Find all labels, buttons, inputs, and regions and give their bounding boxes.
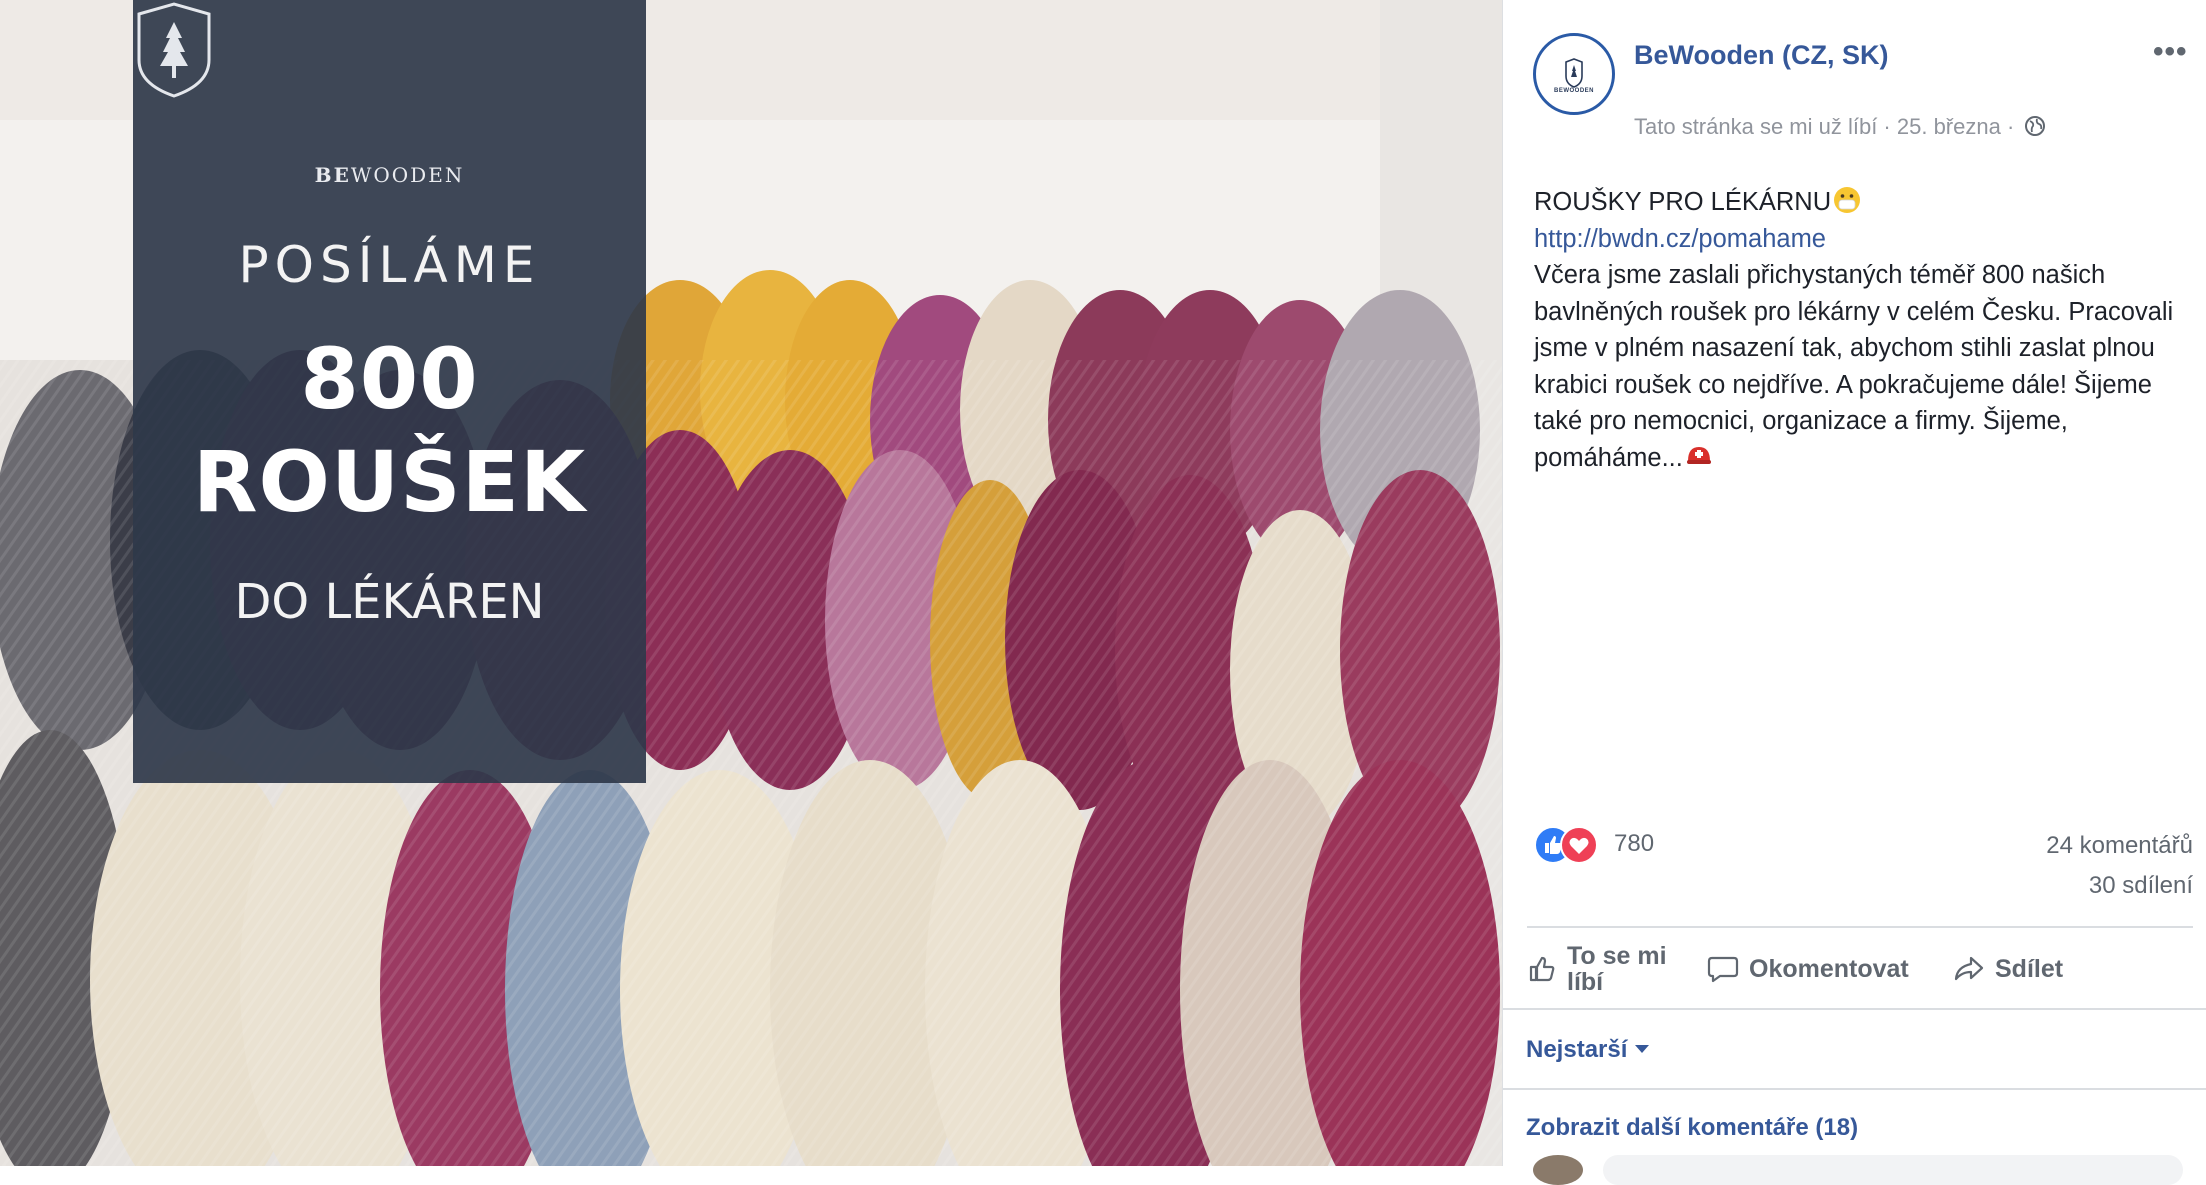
mask-face-emoji-icon bbox=[1834, 187, 1861, 213]
post-photo[interactable]: BEWOODEN POSÍLÁME 800 ROUŠEK DO LÉKÁREN bbox=[0, 0, 1502, 1166]
post-body: Včera jsme zaslali přichystaných téměř 8… bbox=[1534, 261, 2174, 472]
shares-count-link[interactable]: 30 sdílení bbox=[2089, 872, 2193, 900]
like-button[interactable]: To se mi líbí bbox=[1527, 938, 1677, 1000]
comments-count-link[interactable]: 24 komentářů bbox=[2046, 832, 2193, 860]
page-name-link[interactable]: BeWooden (CZ, SK) bbox=[1634, 40, 1888, 71]
overlay-line-4: DO LÉKÁREN bbox=[234, 574, 545, 630]
post-meta-text: Tato stránka se mi už líbí · 25. března … bbox=[1634, 114, 2015, 139]
page-avatar[interactable]: BEWOODEN bbox=[1533, 33, 1615, 115]
caret-down-icon bbox=[1635, 1045, 1650, 1053]
overlay-brand: BEWOODEN bbox=[314, 163, 465, 187]
love-reaction-icon bbox=[1560, 826, 1598, 864]
comment-button[interactable]: Okomentovat bbox=[1707, 938, 1909, 1000]
rescue-helmet-emoji-icon bbox=[1686, 446, 1711, 464]
post-title-line: ROUŠKY PRO LÉKÁRNU bbox=[1534, 184, 2194, 221]
post-meta: Tato stránka se mi už líbí · 25. března … bbox=[1634, 114, 2046, 140]
share-arrow-icon bbox=[1954, 956, 1984, 981]
like-button-label: To se mi líbí bbox=[1567, 942, 1667, 996]
globe-icon[interactable] bbox=[2024, 115, 2046, 137]
photo-text-overlay: BEWOODEN POSÍLÁME 800 ROUŠEK DO LÉKÁREN bbox=[133, 0, 646, 783]
comment-sort-label: Nejstarší bbox=[1526, 1036, 1628, 1063]
post-side-panel: BEWOODEN BeWooden (CZ, SK) ••• Tato strá… bbox=[1502, 0, 2206, 1185]
view-more-comments-link[interactable]: Zobrazit další komentáře (18) bbox=[1526, 1114, 1858, 1142]
post-title: ROUŠKY PRO LÉKÁRNU bbox=[1534, 188, 1832, 216]
thumbs-up-icon bbox=[1529, 956, 1555, 982]
post-actions-bar: To se mi líbí Okomentovat Sdílet bbox=[1517, 938, 2193, 1000]
overlay-line-2: 800 bbox=[300, 330, 479, 428]
comment-bubble-icon bbox=[1707, 956, 1739, 983]
overlay-line-3: ROUŠEK bbox=[192, 433, 587, 531]
divider bbox=[1527, 926, 2193, 928]
commenter-avatar[interactable] bbox=[1533, 1155, 1583, 1185]
comment-button-label: Okomentovat bbox=[1749, 954, 1909, 983]
tree-shield-logo-icon bbox=[137, 2, 211, 98]
avatar-brand-text: BEWOODEN bbox=[1554, 88, 1594, 94]
comment-row bbox=[1603, 1155, 2183, 1185]
share-button-label: Sdílet bbox=[1995, 954, 2064, 983]
divider bbox=[1503, 1088, 2206, 1090]
reaction-count[interactable]: 780 bbox=[1614, 830, 1654, 858]
divider bbox=[1503, 1008, 2206, 1010]
comment-sort-dropdown[interactable]: Nejstarší bbox=[1526, 1036, 1650, 1064]
tree-shield-logo-icon bbox=[1565, 58, 1583, 88]
overlay-line-1: POSÍLÁME bbox=[238, 236, 541, 294]
share-button[interactable]: Sdílet bbox=[1953, 938, 2063, 1000]
more-options-button[interactable]: ••• bbox=[2153, 37, 2188, 67]
post-message: ROUŠKY PRO LÉKÁRNU http://bwdn.cz/pomaha… bbox=[1534, 184, 2194, 476]
facebook-photo-viewer: BEWOODEN POSÍLÁME 800 ROUŠEK DO LÉKÁREN … bbox=[0, 0, 2206, 1185]
post-link[interactable]: http://bwdn.cz/pomahame bbox=[1534, 221, 2194, 258]
